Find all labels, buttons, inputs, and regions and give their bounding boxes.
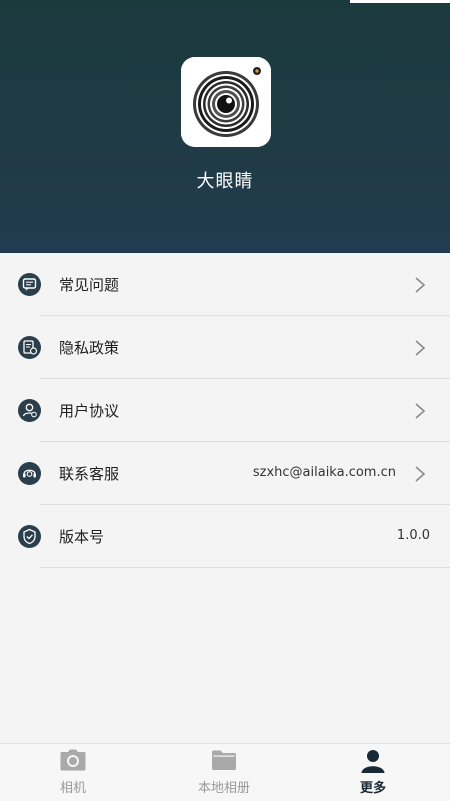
customer-service-icon — [17, 461, 42, 486]
chevron-right-icon — [415, 340, 426, 356]
tab-label: 相机 — [59, 781, 86, 796]
faq-icon — [17, 272, 42, 297]
person-icon — [361, 749, 385, 777]
folder-icon — [211, 749, 237, 775]
menu-item-label: 隐私政策 — [59, 339, 120, 357]
tab-local-album[interactable]: 本地相册 — [164, 744, 284, 801]
menu-item-label: 常见问题 — [59, 276, 120, 294]
chevron-right-icon — [415, 277, 426, 293]
tab-camera[interactable]: 相机 — [13, 744, 133, 801]
menu-item-customer-service[interactable]: 联系客服 szxhc@ailaika.com.cn — [0, 442, 450, 505]
bottom-tab-bar: 相机 本地相册 更多 — [0, 743, 450, 801]
settings-menu: 常见问题 隐私政策 用户协议 联系客服 szxhc@ailaika.com.cn… — [0, 253, 450, 568]
status-strip — [350, 0, 450, 3]
menu-item-user-agreement[interactable]: 用户协议 — [0, 379, 450, 442]
divider — [40, 567, 450, 568]
tab-more[interactable]: 更多 — [313, 744, 433, 801]
version-icon — [17, 524, 42, 549]
chevron-right-icon — [415, 403, 426, 419]
menu-item-label: 版本号 — [59, 528, 105, 546]
camera-lens-app-icon — [181, 57, 271, 147]
customer-service-email: szxhc@ailaika.com.cn — [252, 465, 396, 480]
menu-item-label: 联系客服 — [59, 465, 120, 483]
chevron-right-icon — [415, 466, 426, 482]
tab-label: 本地相册 — [197, 781, 250, 796]
menu-item-version: 版本号 1.0.0 — [0, 505, 450, 568]
version-number: 1.0.0 — [396, 528, 430, 543]
app-name: 大眼睛 — [196, 171, 254, 192]
profile-header: 大眼睛 — [0, 0, 450, 253]
menu-item-privacy-policy[interactable]: 隐私政策 — [0, 316, 450, 379]
user-agreement-icon — [17, 398, 42, 423]
menu-item-label: 用户协议 — [59, 402, 120, 420]
menu-item-faq[interactable]: 常见问题 — [0, 253, 450, 316]
camera-icon — [60, 749, 86, 775]
tab-label: 更多 — [359, 781, 386, 796]
privacy-icon — [17, 335, 42, 360]
